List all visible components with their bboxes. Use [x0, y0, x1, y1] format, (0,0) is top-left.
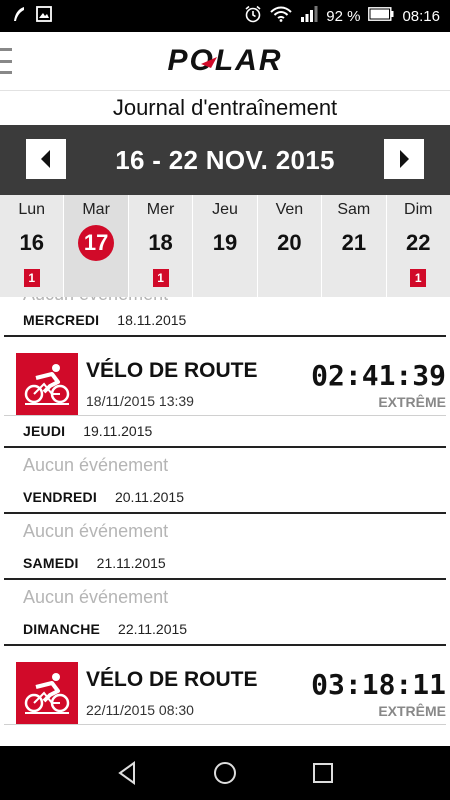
day-cell-ven[interactable]: Ven 20	[258, 195, 323, 297]
day-header: SAMEDI 21.11.2015	[4, 548, 446, 580]
day-header-date: 19.11.2015	[83, 423, 153, 439]
previous-week-button[interactable]	[26, 139, 66, 179]
session-intensity: EXTRÊME	[378, 703, 446, 719]
day-number: 19	[212, 230, 238, 255]
day-cell-sam[interactable]: Sam 21	[322, 195, 387, 297]
chevron-right-icon	[400, 150, 409, 168]
day-name: Dim	[404, 201, 433, 218]
polar-logo: POLAR	[145, 44, 305, 78]
road-bike-icon	[16, 353, 78, 415]
day-header-name: DIMANCHE	[23, 621, 101, 637]
day-header-date: 18.11.2015	[117, 312, 187, 328]
event-count-badge: 1	[23, 269, 40, 287]
day-header-name: SAMEDI	[23, 555, 79, 571]
wifi-icon	[270, 6, 292, 26]
session-intensity: EXTRÊME	[378, 394, 446, 410]
day-header-date: 22.11.2015	[118, 621, 188, 637]
training-session[interactable]: VÉLO DE ROUTE 18/11/2015 13:39 02:41:39 …	[4, 337, 446, 416]
day-name: Mar	[82, 201, 110, 218]
menu-icon[interactable]	[0, 48, 12, 74]
day-cell-jeu[interactable]: Jeu 19	[193, 195, 258, 297]
page-title: Journal d'entraînement	[112, 95, 338, 120]
road-bike-icon	[16, 662, 78, 724]
next-week-button[interactable]	[384, 139, 424, 179]
event-count-badge: 1	[152, 269, 169, 287]
day-strip: Lun 16 1 Mar 17 Mer 18 1 Jeu 19 Ven 20 S…	[0, 195, 450, 297]
day-header-name: VENDREDI	[23, 489, 97, 505]
clock: 08:16	[402, 7, 440, 25]
day-cell-mar[interactable]: Mar 17	[64, 195, 129, 297]
status-bar: 92 % 08:16	[0, 0, 450, 32]
battery-percent: 92 %	[326, 7, 361, 25]
day-name: Lun	[18, 201, 46, 218]
signal-icon	[300, 6, 318, 26]
sport-name: VÉLO DE ROUTE	[86, 668, 258, 691]
today-marker: 17	[78, 225, 115, 261]
chevron-left-icon	[41, 150, 50, 168]
day-name: Mer	[146, 201, 175, 218]
day-header-date: 21.11.2015	[96, 555, 166, 571]
session-duration: 02:41:39	[311, 359, 446, 392]
day-cell-dim[interactable]: Dim 22 1	[387, 195, 450, 297]
session-duration: 03:18:11	[311, 668, 446, 701]
empty-day-text: Aucun événement	[23, 520, 169, 541]
back-icon[interactable]	[113, 759, 141, 787]
session-datetime: 18/11/2015 13:39	[86, 393, 194, 409]
day-name: Sam	[337, 201, 371, 218]
logo-text: POLAR	[168, 44, 283, 77]
system-nav-bar	[0, 746, 450, 800]
feather-icon	[12, 6, 26, 27]
day-header: VENDREDI 20.11.2015	[4, 482, 446, 514]
day-header: MERCREDI 18.11.2015	[4, 305, 446, 337]
empty-day-text: Aucun événement	[23, 454, 169, 475]
day-number: 16	[19, 230, 44, 255]
app-bar: POLAR	[0, 32, 450, 91]
day-header: DIMANCHE 22.11.2015	[4, 614, 446, 646]
event-count-badge: 1	[410, 269, 427, 287]
day-name: Jeu	[212, 201, 238, 218]
empty-day-text: Aucun événement	[0, 297, 450, 305]
home-icon[interactable]	[211, 759, 239, 787]
day-number: 22	[406, 230, 431, 255]
week-range: 16 - 22 NOV. 2015	[115, 144, 335, 175]
empty-day-text: Aucun événement	[23, 586, 169, 607]
image-icon	[36, 5, 52, 27]
day-cell-lun[interactable]: Lun 16 1	[0, 195, 65, 297]
day-header-name: JEUDI	[23, 423, 66, 439]
day-number: 18	[148, 230, 173, 255]
training-list[interactable]: Aucun événement MERCREDI 18.11.2015 VÉLO…	[0, 297, 450, 747]
training-session[interactable]: VÉLO DE ROUTE 22/11/2015 08:30 03:18:11 …	[4, 646, 446, 725]
recents-icon[interactable]	[309, 759, 337, 787]
day-name: Ven	[275, 201, 304, 218]
battery-icon	[368, 7, 394, 25]
day-header-name: MERCREDI	[23, 312, 100, 328]
alarm-icon	[244, 5, 262, 27]
week-selector: 16 - 22 NOV. 2015	[0, 125, 450, 195]
session-datetime: 22/11/2015 08:30	[86, 702, 194, 718]
day-number: 20	[277, 230, 302, 255]
day-header: JEUDI 19.11.2015	[4, 416, 446, 448]
day-number: 21	[341, 230, 367, 255]
sport-name: VÉLO DE ROUTE	[86, 359, 258, 382]
day-cell-mer[interactable]: Mer 18 1	[129, 195, 194, 297]
day-header-date: 20.11.2015	[114, 489, 184, 505]
